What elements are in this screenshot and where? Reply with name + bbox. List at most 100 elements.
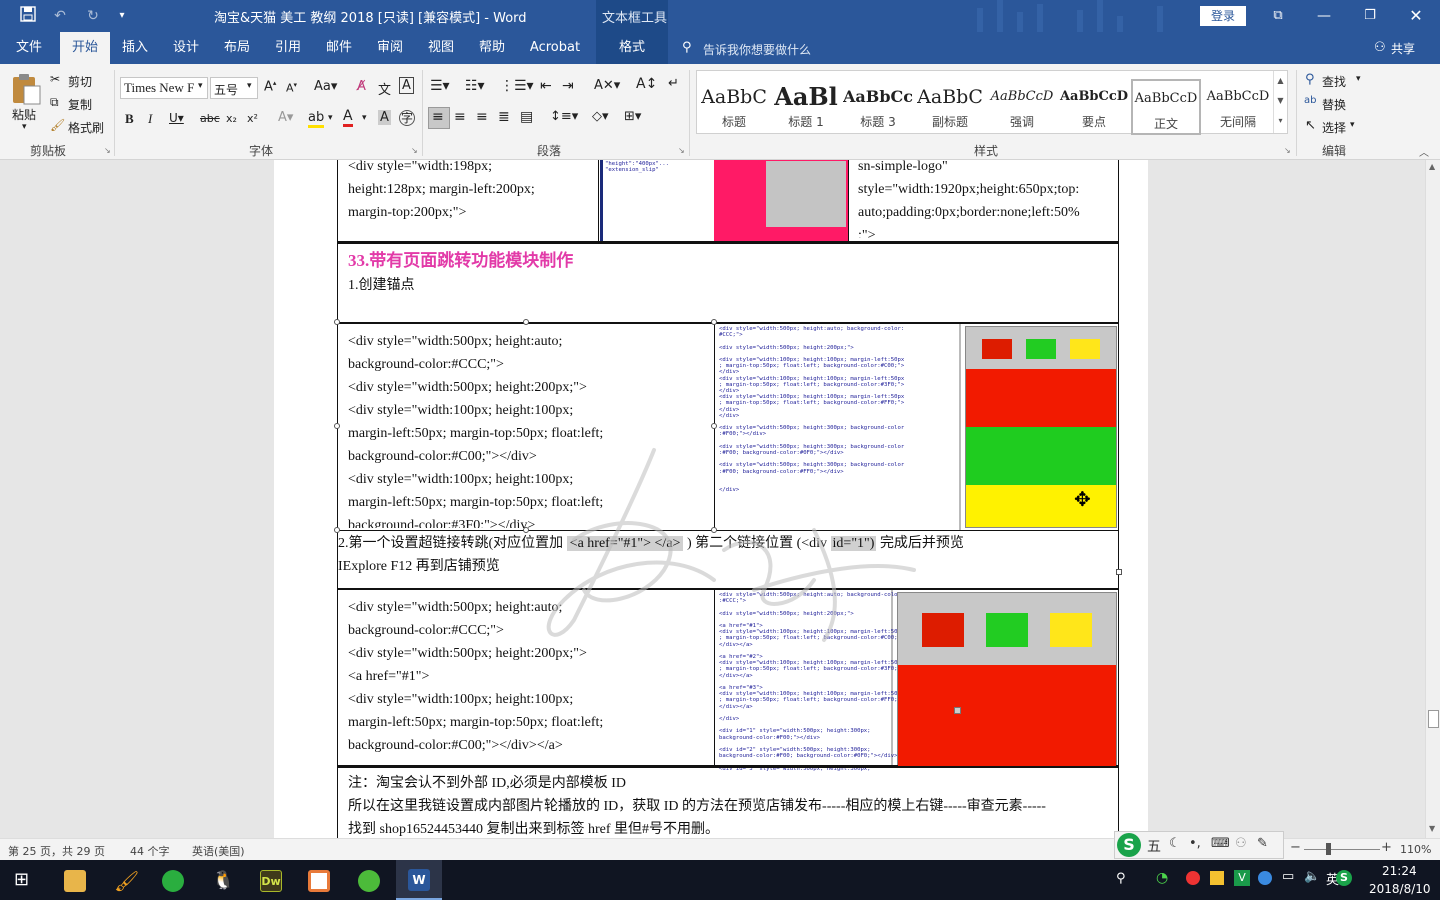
style-no-spacing[interactable]: AaBbCcD 无间隔 [1203,79,1273,135]
style-strong[interactable]: AaBbCcD 要点 [1059,79,1129,135]
copy-button[interactable]: 复制 [68,96,92,113]
tell-me-input[interactable]: 告诉我你想要做什么 [703,41,811,58]
bullets-icon[interactable]: ☰▾ [430,78,450,94]
selection-handle[interactable] [1116,569,1122,575]
zoom-slider-thumb[interactable] [1326,843,1331,855]
borders-icon[interactable]: ⊞▾ [624,109,641,124]
wechat-icon[interactable] [162,870,184,892]
person-tray-icon[interactable]: ⚲ [1116,871,1126,886]
tab-help[interactable]: 帮助 [471,32,513,64]
collapse-ribbon-icon[interactable]: ︿ [1419,144,1429,159]
selection-handle[interactable] [523,319,529,325]
paint-brush-app-icon[interactable]: 🖌 [114,870,139,892]
photo-app-icon[interactable] [308,870,330,892]
save-icon[interactable] [18,6,38,26]
tab-view[interactable]: 视图 [420,32,462,64]
wifi-icon[interactable]: ◔ [1156,870,1168,886]
word-taskbar-button[interactable]: W [396,860,442,900]
clear-formatting-icon[interactable]: A̸ [357,79,366,94]
tray-app-icon[interactable] [1210,871,1224,885]
shading-icon[interactable]: ◇▾ [592,109,609,124]
tab-layout[interactable]: 布局 [216,32,258,64]
font-launcher-icon[interactable]: ↘ [411,146,418,155]
shrink-font-icon[interactable]: A▾ [286,81,297,95]
tab-file[interactable]: 文件 [6,32,52,64]
tab-mailings[interactable]: 邮件 [318,32,360,64]
select-dropdown-icon[interactable]: ▾ [1350,120,1355,130]
selection-handle[interactable] [334,527,340,533]
align-center-icon[interactable]: ≡ [454,109,466,125]
align-right-icon[interactable]: ≡ [476,109,488,125]
browser-360-icon[interactable] [358,870,380,892]
styles-scroll[interactable]: ▲ ▼ ▾ [1273,71,1287,133]
chinese-layout-icon[interactable]: A✕▾ [594,78,620,93]
windows-start-icon[interactable]: ⊞ [14,869,29,890]
subscript-icon[interactable]: x₂ [226,112,237,125]
decrease-indent-icon[interactable]: ⇤ [540,78,552,94]
login-button[interactable]: 登录 [1200,6,1246,26]
file-explorer-icon[interactable] [64,870,86,892]
sogou-tray-icon[interactable]: S [1336,870,1352,886]
tab-acrobat[interactable]: Acrobat [525,32,585,64]
restore-icon[interactable]: ❐ [1360,6,1380,26]
tab-review[interactable]: 审阅 [369,32,411,64]
format-painter-button[interactable]: 格式刷 [68,119,104,136]
multilevel-list-icon[interactable]: ⋮☰▾ [500,78,534,94]
undo-icon[interactable]: ↶ [50,6,70,26]
numbering-icon[interactable]: ☷▾ [465,78,485,94]
replace-icon[interactable]: ab [1304,95,1316,106]
wrench-icon[interactable]: ✎ [1257,836,1268,851]
tab-home[interactable]: 开始 [60,32,110,64]
zoom-in-icon[interactable]: + [1381,840,1392,855]
paste-icon[interactable] [10,72,42,106]
clock-date[interactable]: 2018/8/10 [1369,882,1431,896]
style-emphasis[interactable]: AaBbCcD 强调 [987,79,1057,135]
style-heading-1[interactable]: AaBl 标题 1 [771,79,841,135]
enclose-characters-icon[interactable]: 字 [399,110,415,126]
find-icon[interactable]: ⚲ [1305,72,1315,87]
ribbon-display-options-icon[interactable]: ⧉ [1268,6,1288,26]
network-icon[interactable]: ▭ [1282,869,1294,884]
selection-handle[interactable] [711,527,717,533]
tray-app-icon[interactable] [1258,871,1272,885]
grow-font-icon[interactable]: A▴ [264,79,276,94]
align-left-icon[interactable]: ≡ [432,109,444,125]
font-size-dropdown-icon[interactable]: ▾ [247,81,252,91]
styles-launcher-icon[interactable]: ↘ [1284,146,1291,155]
tray-v-icon[interactable]: V [1234,870,1250,886]
clock-time[interactable]: 21:24 [1382,864,1417,878]
zoom-slider[interactable] [1304,849,1380,850]
find-button[interactable]: 查找 [1322,73,1346,90]
italic-icon[interactable]: I [148,111,152,127]
style-heading-3[interactable]: AaBbCc 标题 3 [843,79,913,135]
format-painter-icon[interactable]: 🖌 [50,118,65,132]
language[interactable]: 英语(美国) [192,843,245,859]
change-case-icon[interactable]: Aa▾ [314,79,337,94]
sogou-ime-icon[interactable]: S [1117,833,1141,857]
selection-handle[interactable] [523,527,529,533]
qq-icon[interactable]: 🐧 [212,870,234,892]
keyboard-icon[interactable]: ⌨ [1211,836,1230,851]
copy-icon[interactable]: ⧉ [50,95,59,110]
font-name-dropdown-icon[interactable]: ▾ [198,81,203,91]
bold-icon[interactable]: B [125,111,134,127]
minimize-icon[interactable]: — [1314,6,1334,26]
tab-insert[interactable]: 插入 [114,32,156,64]
line-spacing-icon[interactable]: ↕≡▾ [550,109,578,124]
dreamweaver-icon[interactable]: Dw [260,870,282,892]
increase-indent-icon[interactable]: ⇥ [562,78,574,94]
user-icon[interactable]: ⚇ [1235,836,1247,851]
sort-icon[interactable]: A↕ [636,76,657,92]
close-icon[interactable]: ✕ [1406,6,1426,26]
paste-button[interactable]: 粘贴 [12,106,36,123]
clipboard-launcher-icon[interactable]: ↘ [104,146,111,155]
customize-qat-icon[interactable]: ▾ [112,6,132,26]
show-marks-icon[interactable]: ↵ [668,76,679,91]
find-dropdown-icon[interactable]: ▾ [1356,74,1361,84]
select-button[interactable]: 选择 [1322,119,1346,136]
text-effects-icon[interactable]: A▾ [278,110,293,125]
zoom-level[interactable]: 110% [1400,843,1431,856]
style-normal[interactable]: AaBbCcD 正文 [1131,79,1201,135]
strikethrough-icon[interactable]: abc [200,112,220,125]
selection-handle[interactable] [334,423,340,429]
